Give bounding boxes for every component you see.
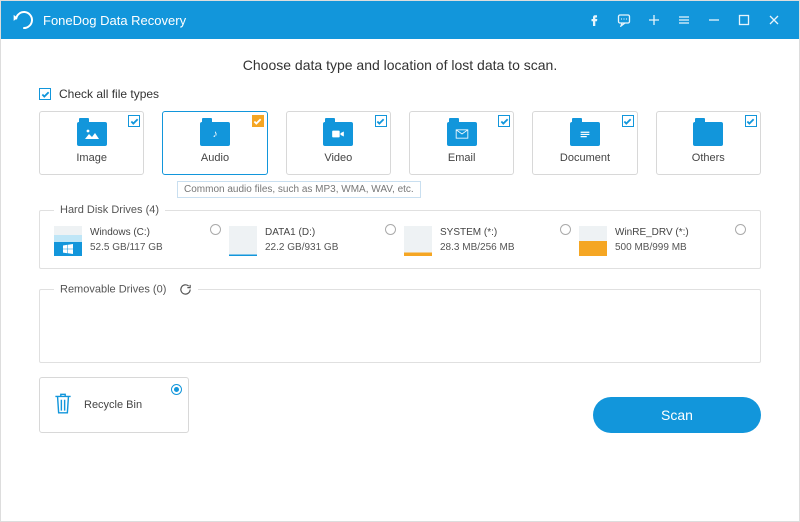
recycle-label: Recycle Bin <box>84 399 142 411</box>
drive-icon <box>404 226 432 256</box>
feedback-icon[interactable] <box>609 1 639 39</box>
trash-icon <box>52 391 74 420</box>
drive-item[interactable]: SYSTEM (*:)28.3 MB/256 MB <box>404 226 571 256</box>
type-label: Audio <box>201 152 229 164</box>
facebook-icon[interactable] <box>579 1 609 39</box>
check-icon <box>128 115 140 127</box>
drive-item[interactable]: DATA1 (D:)22.2 GB/931 GB <box>229 226 396 256</box>
drive-radio[interactable] <box>210 224 221 235</box>
minimize-icon[interactable] <box>699 1 729 39</box>
check-icon <box>252 115 264 127</box>
audio-icon: ♪ <box>200 122 230 146</box>
type-document[interactable]: Document <box>532 111 637 175</box>
hdd-legend: Hard Disk Drives (4) <box>54 204 165 216</box>
drive-radio[interactable] <box>560 224 571 235</box>
email-icon <box>447 122 477 146</box>
audio-tooltip: Common audio files, such as MP3, WMA, WA… <box>177 181 421 198</box>
app-logo-icon <box>11 7 36 32</box>
refresh-icon[interactable] <box>179 283 192 296</box>
document-icon <box>570 122 600 146</box>
scan-button[interactable]: Scan <box>593 397 761 433</box>
drive-radio[interactable] <box>735 224 746 235</box>
drive-item[interactable]: WinRE_DRV (*:)500 MB/999 MB <box>579 226 746 256</box>
drive-info: SYSTEM (*:)28.3 MB/256 MB <box>440 226 514 256</box>
removable-legend: Removable Drives (0) <box>54 283 198 296</box>
type-label: Document <box>560 152 610 164</box>
check-all-row[interactable]: Check all file types <box>39 87 761 101</box>
type-audio[interactable]: ♪ Audio <box>162 111 267 175</box>
drive-info: Windows (C:)52.5 GB/117 GB <box>90 226 163 256</box>
hdd-group: Hard Disk Drives (4) Windows (C:)52.5 GB… <box>39 204 761 269</box>
check-all-label: Check all file types <box>59 87 159 101</box>
app-title: FoneDog Data Recovery <box>43 13 186 28</box>
type-label: Video <box>324 152 352 164</box>
close-icon[interactable] <box>759 1 789 39</box>
drive-radio[interactable] <box>385 224 396 235</box>
type-label: Others <box>692 152 725 164</box>
others-icon <box>693 122 723 146</box>
drive-item[interactable]: Windows (C:)52.5 GB/117 GB <box>54 226 221 256</box>
maximize-icon[interactable] <box>729 1 759 39</box>
page-heading: Choose data type and location of lost da… <box>39 57 761 73</box>
check-icon <box>375 115 387 127</box>
type-video[interactable]: Video <box>286 111 391 175</box>
image-icon <box>77 122 107 146</box>
type-others[interactable]: Others <box>656 111 761 175</box>
file-type-row: Image ♪ Audio Video Email Document Other… <box>39 111 761 175</box>
recycle-radio[interactable] <box>171 384 182 395</box>
type-label: Email <box>448 152 476 164</box>
check-icon <box>498 115 510 127</box>
recycle-bin-card[interactable]: Recycle Bin <box>39 377 189 433</box>
check-icon <box>622 115 634 127</box>
drive-icon <box>229 226 257 256</box>
add-icon[interactable] <box>639 1 669 39</box>
menu-icon[interactable] <box>669 1 699 39</box>
titlebar: FoneDog Data Recovery <box>1 1 799 39</box>
check-all-checkbox[interactable] <box>39 88 51 100</box>
drive-info: WinRE_DRV (*:)500 MB/999 MB <box>615 226 689 256</box>
drive-info: DATA1 (D:)22.2 GB/931 GB <box>265 226 338 256</box>
type-image[interactable]: Image <box>39 111 144 175</box>
removable-legend-text: Removable Drives (0) <box>60 283 166 295</box>
check-icon <box>745 115 757 127</box>
type-email[interactable]: Email <box>409 111 514 175</box>
removable-group: Removable Drives (0) <box>39 283 761 363</box>
video-icon <box>323 122 353 146</box>
type-label: Image <box>76 152 107 164</box>
drive-icon <box>579 226 607 256</box>
drive-icon <box>54 226 82 256</box>
